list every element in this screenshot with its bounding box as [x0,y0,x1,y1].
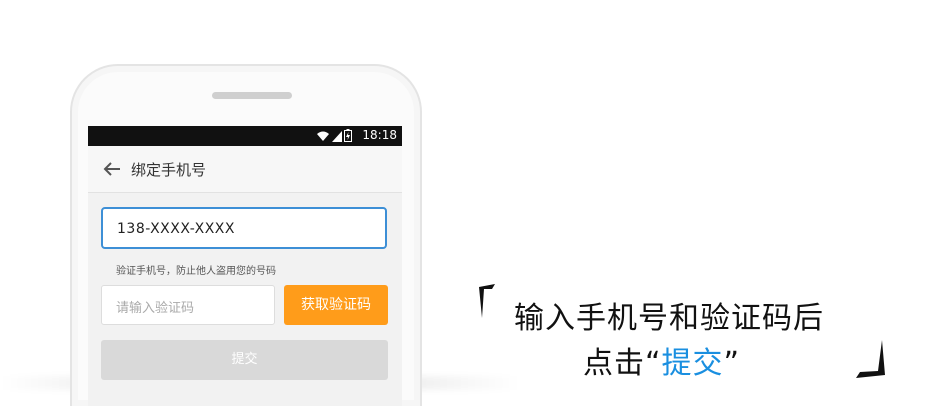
caption-quote-close: ” [723,346,741,381]
submit-button[interactable]: 提交 [101,340,388,380]
status-bar: 18:18 [88,126,402,146]
caption-highlight: 提交 [661,346,724,381]
back-arrow-icon[interactable] [102,160,122,178]
caption-line-1: 输入手机号和验证码后 [514,301,824,336]
phone-number-input[interactable]: 138-XXXX-XXXX [101,207,387,249]
signal-icon [332,130,342,142]
caption-quote-open: “ [645,346,662,381]
status-time: 18:18 [362,128,397,142]
caption-line-2: 点击“提交” [583,338,740,382]
battery-icon [344,129,352,142]
wifi-icon [317,131,329,141]
phone-screen: 18:18 绑定手机号 138-XXXX-XXXX 验证手机号，防止他人盗用您的… [88,126,402,406]
phone-mockup: 18:18 绑定手机号 138-XXXX-XXXX 验证手机号，防止他人盗用您的… [70,64,422,406]
phone-hint-text: 验证手机号，防止他人盗用您的号码 [116,266,276,277]
phone-speaker [212,92,292,99]
page-title: 绑定手机号 [131,161,207,179]
get-code-button[interactable]: 获取验证码 [284,285,388,325]
verification-code-input[interactable]: 请输入验证码 [101,285,275,325]
caption-prefix: 点击 [583,346,645,381]
bracket-bottom-right-icon [856,340,885,378]
status-icons [316,129,352,142]
app-bar: 绑定手机号 [88,146,402,193]
bracket-top-left-icon [479,284,495,318]
